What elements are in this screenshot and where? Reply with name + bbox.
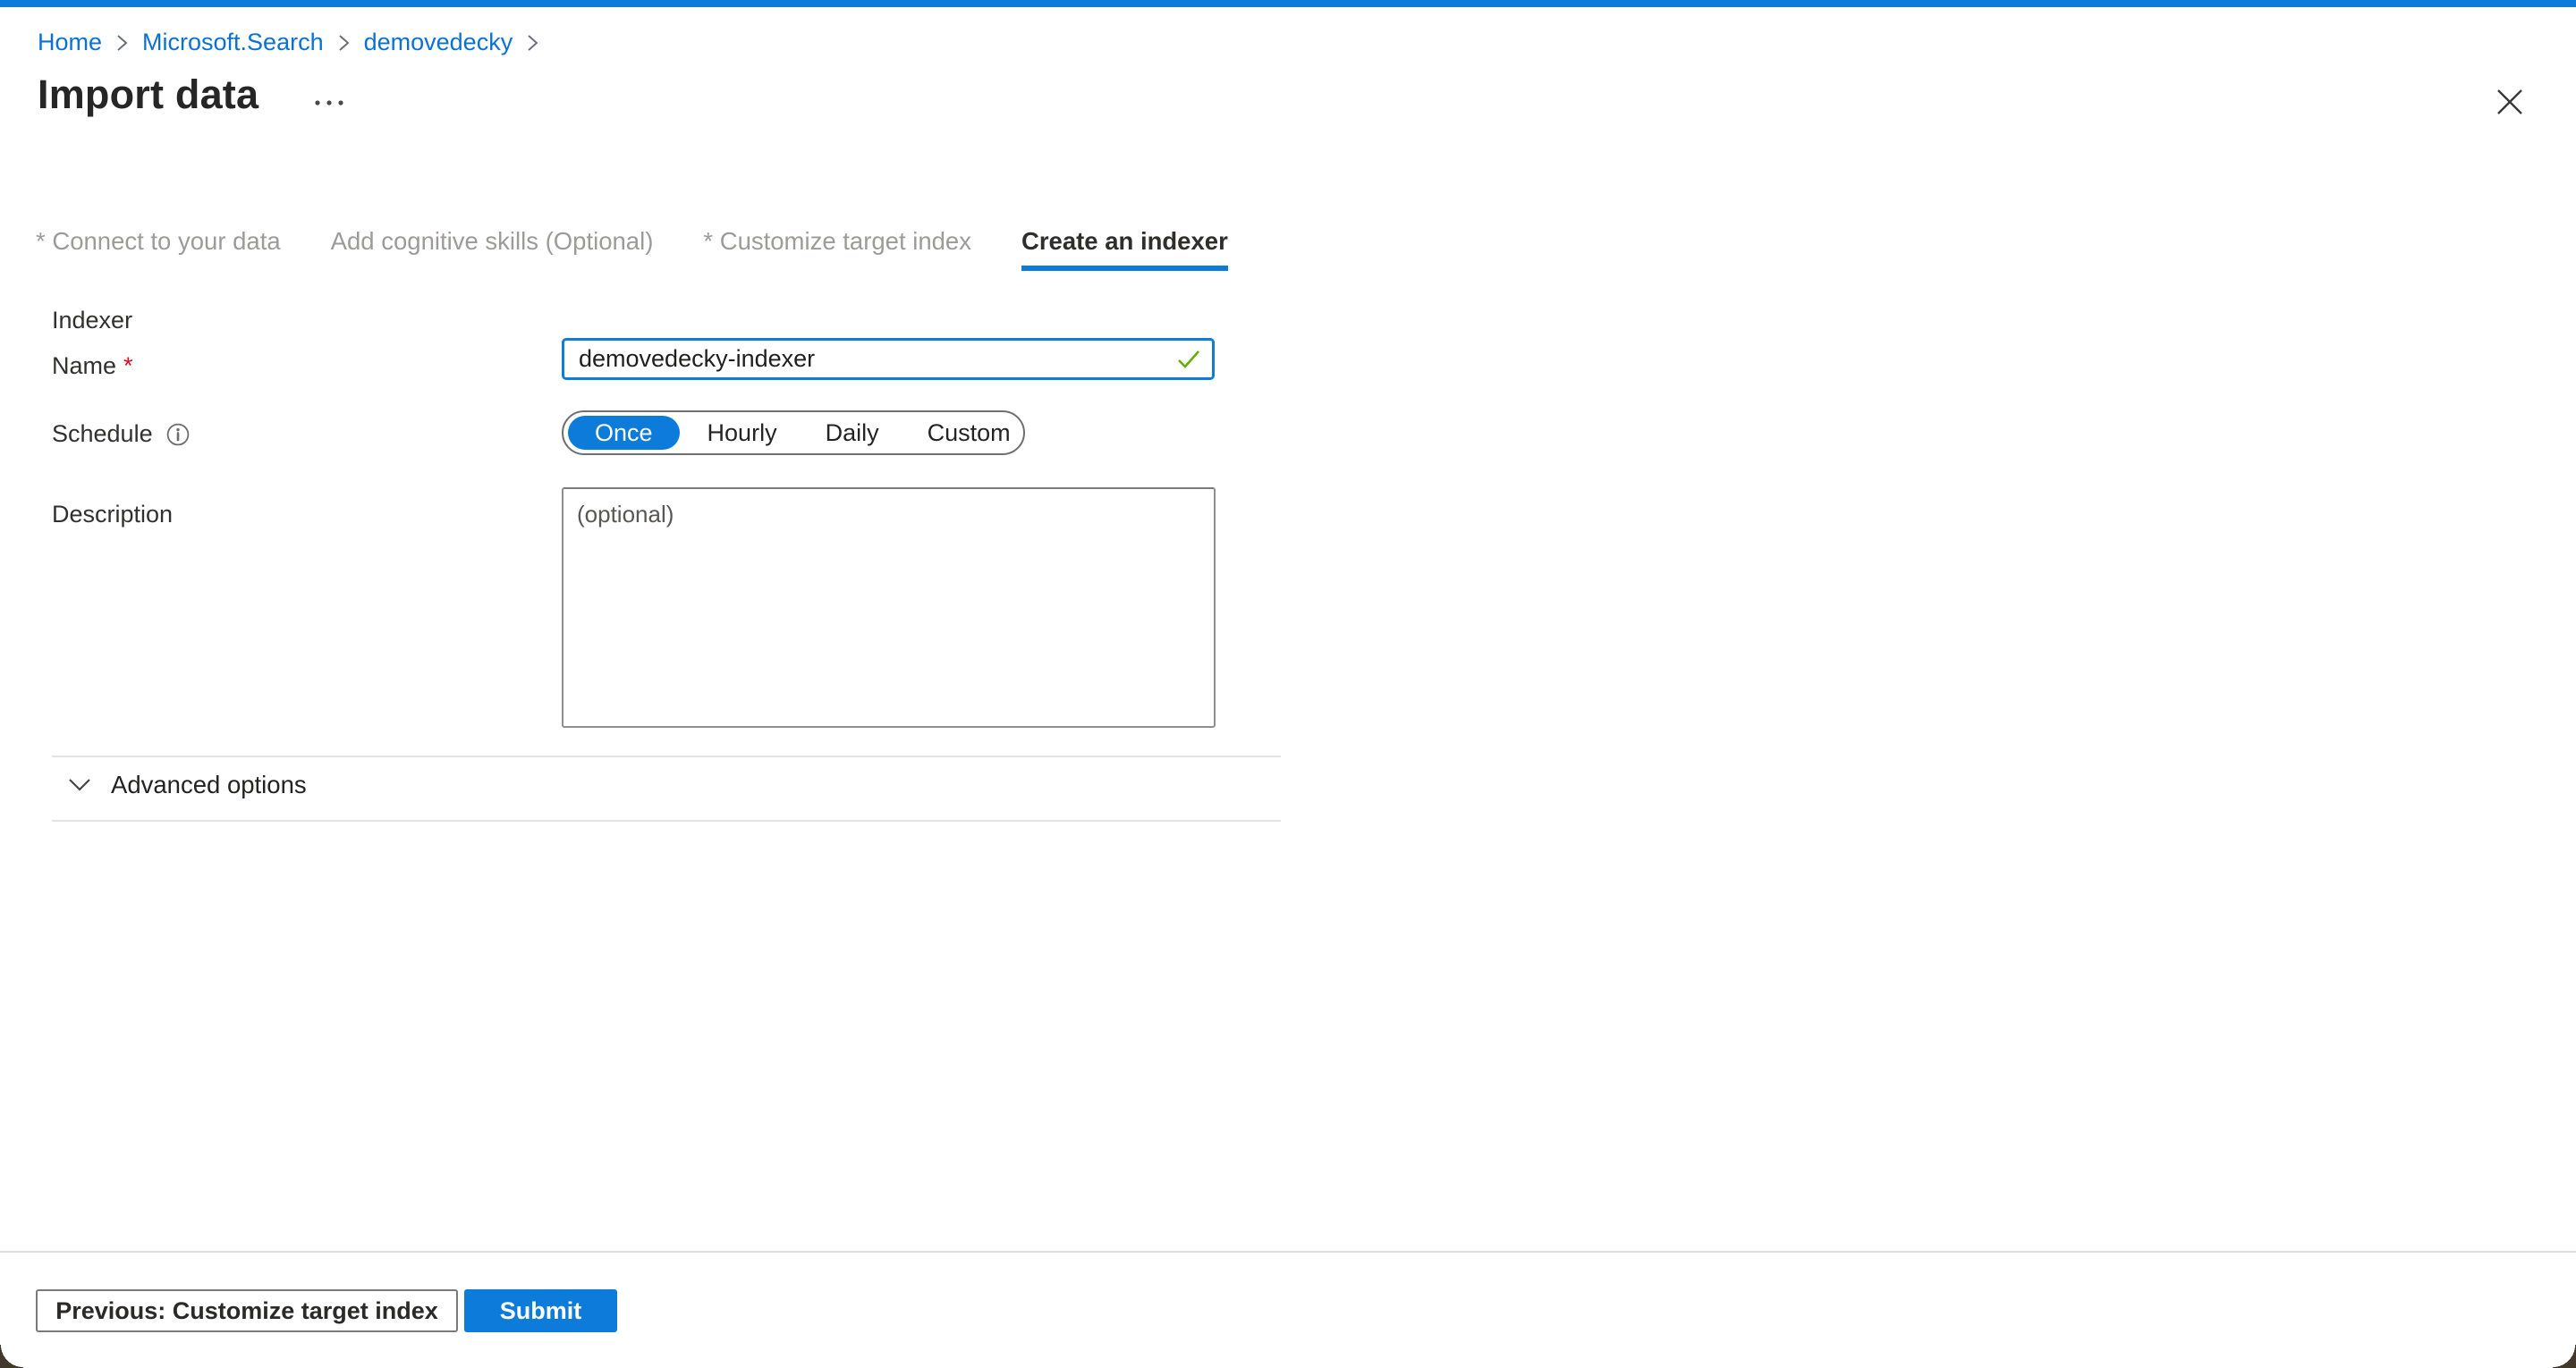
wizard-tabs: * Connect to your data Add cognitive ski… [36,227,1228,271]
divider [52,756,1281,757]
schedule-option-daily[interactable]: Daily [801,419,903,447]
description-textarea[interactable] [562,487,1216,728]
schedule-option-once[interactable]: Once [568,416,680,450]
chevron-right-icon [527,33,538,53]
page-title: Import data [38,72,258,118]
chevron-right-icon [116,33,128,53]
breadcrumb-link-home[interactable]: Home [38,29,102,56]
previous-step-button[interactable]: Previous: Customize target index [36,1289,458,1332]
schedule-option-hourly[interactable]: Hourly [683,419,801,447]
name-label: Name * [52,352,133,380]
advanced-options-label: Advanced options [111,771,307,799]
ellipsis-icon[interactable] [310,89,350,116]
info-circle-icon[interactable] [165,422,191,447]
schedule-label: Schedule [52,420,191,448]
tab-customize-target-index[interactable]: * Customize target index [703,227,971,271]
window-corner-artifact [2553,1345,2576,1368]
section-title-indexer: Indexer [52,307,132,334]
required-asterisk: * [123,352,133,380]
tab-connect-to-your-data[interactable]: * Connect to your data [36,227,281,271]
top-accent-bar [0,0,2576,7]
description-label-text: Description [52,501,173,528]
schedule-toggle-group: Once Hourly Daily Custom [562,410,1025,455]
close-icon[interactable] [2492,84,2528,120]
chevron-down-icon [68,778,91,792]
chevron-right-icon [338,33,350,53]
breadcrumb: Home Microsoft.Search demovedecky [38,29,553,56]
footer-divider [0,1251,2576,1253]
advanced-options-toggle[interactable]: Advanced options [68,771,307,799]
schedule-option-custom[interactable]: Custom [903,419,1035,447]
breadcrumb-link-demovedecky[interactable]: demovedecky [364,29,513,56]
window-corner-artifact [0,1345,23,1368]
name-label-text: Name [52,352,116,380]
name-input[interactable] [562,338,1215,380]
description-label: Description [52,501,173,528]
divider [52,820,1281,822]
tab-add-cognitive-skills[interactable]: Add cognitive skills (Optional) [331,227,654,271]
name-field-wrapper [562,338,1215,380]
tab-create-an-indexer[interactable]: Create an indexer [1021,227,1228,271]
breadcrumb-link-microsoft-search[interactable]: Microsoft.Search [142,29,324,56]
submit-button[interactable]: Submit [464,1289,617,1332]
schedule-label-text: Schedule [52,420,153,448]
